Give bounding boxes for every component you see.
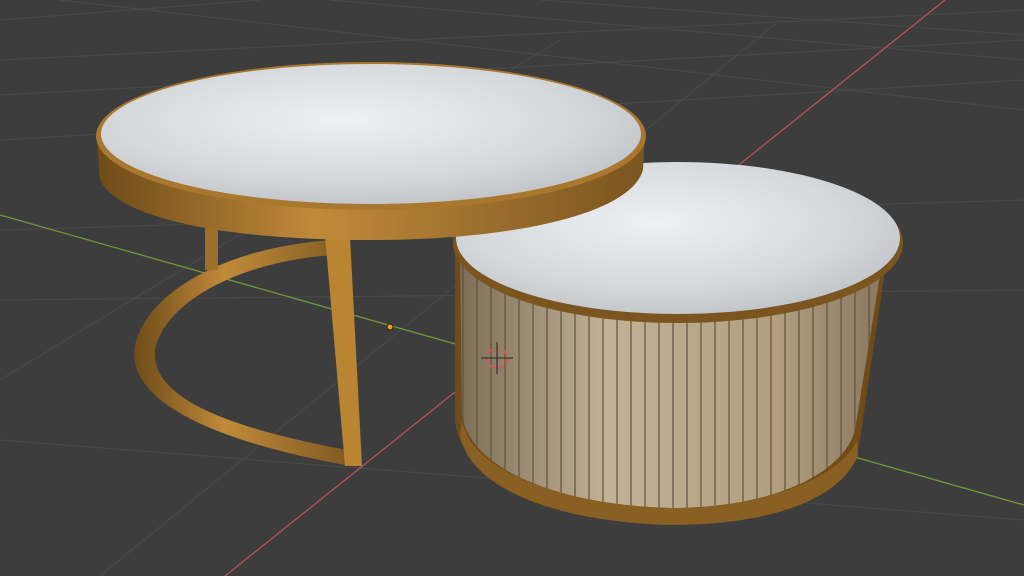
3d-viewport[interactable]	[0, 0, 1024, 576]
viewport-canvas[interactable]	[0, 0, 1024, 576]
left-table-top[interactable]	[96, 62, 646, 240]
object-origin-icon	[386, 323, 394, 331]
left-table-base[interactable]	[134, 225, 362, 466]
